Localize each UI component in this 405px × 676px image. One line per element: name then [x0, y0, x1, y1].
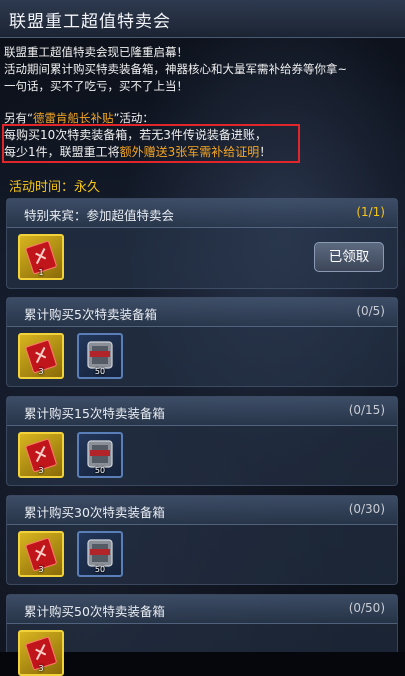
claimed-button[interactable]: 已领取 [314, 242, 384, 272]
reward-title: 累计购买15次特卖装备箱 [24, 406, 165, 421]
description-line: 一句话，买不了吃亏，买不了上当！ [4, 79, 188, 93]
item-quantity: 1 [38, 268, 44, 277]
subsidy-name: 德雷肯船长补贴 [32, 111, 114, 125]
reward-panel: 累计购买15次特卖装备箱 (0/15) 3 50 [6, 396, 398, 486]
reward-panel: 累计购买30次特卖装备箱 (0/30) 3 50 [6, 495, 398, 585]
item-quantity: 3 [38, 466, 44, 475]
reward-progress: (1/1) [356, 205, 385, 219]
reward-progress: (0/15) [348, 403, 385, 417]
reward-panel: 累计购买50次特卖装备箱 (0/50) 3 [6, 594, 398, 676]
subsidy-suffix: ”活动： [113, 111, 154, 125]
reward-item[interactable]: 3 [18, 333, 64, 379]
reward-item[interactable]: 3 [18, 531, 64, 577]
description-line: 每购买10次特卖装备箱，若无3件传说装备进账， [4, 128, 267, 142]
subsidy-prefix: 另有“ [4, 111, 33, 125]
bonus-prefix: 每少1件，联盟重工将 [4, 145, 120, 159]
reward-progress: (0/30) [348, 502, 385, 516]
description-line: 联盟重工超值特卖会现已隆重启幕！ [4, 45, 188, 59]
reward-item[interactable]: 1 [18, 234, 64, 280]
reward-title: 特别来宾：参加超值特卖会 [24, 208, 175, 223]
item-quantity: 50 [94, 466, 106, 475]
reward-item[interactable]: 50 [77, 432, 123, 478]
activity-time: 活动时间：永久 [9, 180, 101, 195]
bonus-highlight: 额外赠送3张军需补给证明 [119, 145, 260, 159]
reward-item[interactable]: 3 [18, 432, 64, 478]
item-quantity: 3 [38, 664, 44, 673]
reward-progress: (0/50) [348, 601, 385, 615]
item-quantity: 3 [38, 367, 44, 376]
item-quantity: 50 [94, 565, 106, 574]
bonus-suffix: ！ [259, 145, 272, 159]
reward-progress: (0/5) [356, 304, 385, 318]
reward-title: 累计购买30次特卖装备箱 [24, 505, 165, 520]
title-bar: 联盟重工超值特卖会 [0, 0, 405, 38]
reward-title: 累计购买50次特卖装备箱 [24, 604, 165, 619]
reward-item[interactable]: 3 [18, 630, 64, 676]
description-line: 每少1件，联盟重工将额外赠送3张军需补给证明！ [4, 144, 271, 160]
page-title: 联盟重工超值特卖会 [9, 12, 171, 32]
item-quantity: 3 [38, 565, 44, 574]
reward-title: 累计购买5次特卖装备箱 [24, 307, 157, 322]
description-line: 活动期间累计购买特卖装备箱，神器核心和大量军需补给券等你拿~ [4, 62, 348, 76]
reward-item[interactable]: 50 [77, 333, 123, 379]
reward-panel: 特别来宾：参加超值特卖会 (1/1) 1 已领取 [6, 198, 398, 289]
reward-item[interactable]: 50 [77, 531, 123, 577]
reward-panel: 累计购买5次特卖装备箱 (0/5) 3 50 [6, 297, 398, 387]
item-quantity: 50 [94, 367, 106, 376]
